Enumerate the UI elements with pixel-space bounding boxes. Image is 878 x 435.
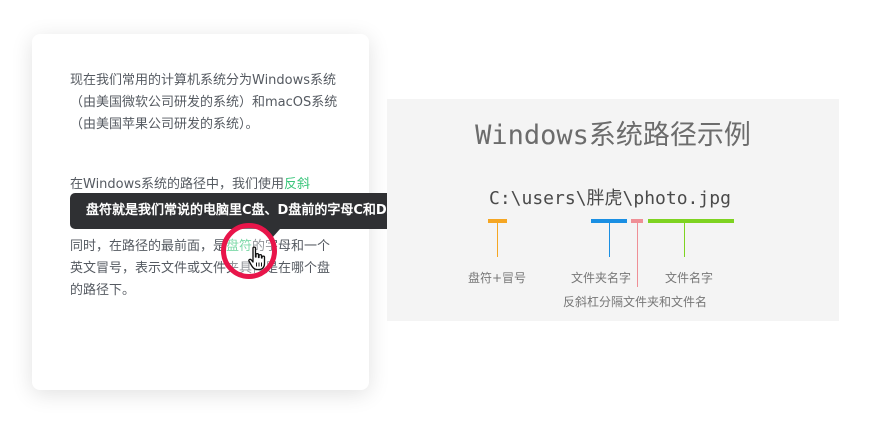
- paragraph-drive-letter: 同时，在路径的最前面，是盘符的字母和一个英文冒号，表示文件或文件夹具体是在哪个盘…: [70, 236, 338, 302]
- folder-marker-line: [609, 223, 610, 257]
- backslash-term-link[interactable]: 反斜: [284, 177, 310, 192]
- folder-label: 文件夹名字: [571, 271, 632, 285]
- tooltip-text: 盘符就是我们常说的电脑里C盘、D盘前的字母C和D。: [86, 203, 400, 218]
- drive-marker-line: [497, 223, 498, 257]
- drive-label: 盘符+冒号: [468, 271, 527, 285]
- path-example-diagram: Windows系统路径示例 C:\users\胖虎\photo.jpg 盘符+冒…: [387, 99, 839, 321]
- example-path: C:\users\胖虎\photo.jpg: [489, 188, 731, 209]
- file-label: 文件名字: [665, 271, 714, 285]
- paragraph-backslash-text: 在Windows系统的路径中，我们使用: [70, 177, 285, 192]
- file-marker-line: [684, 223, 685, 257]
- file-marker-bar: [648, 219, 734, 223]
- hand-pointer-icon: [248, 246, 266, 271]
- paragraph-intro: 现在我们常用的计算机系统分为Windows系统（由美国微软公司研发的系统）和ma…: [70, 73, 338, 132]
- diagram-title: Windows系统路径示例: [475, 120, 751, 151]
- backslash-marker-line: [637, 223, 638, 287]
- backslash-label: 反斜杠分隔文件夹和文件名: [563, 295, 708, 309]
- paragraph-drive-text-before: 同时，在路径的最前面，是: [70, 239, 227, 254]
